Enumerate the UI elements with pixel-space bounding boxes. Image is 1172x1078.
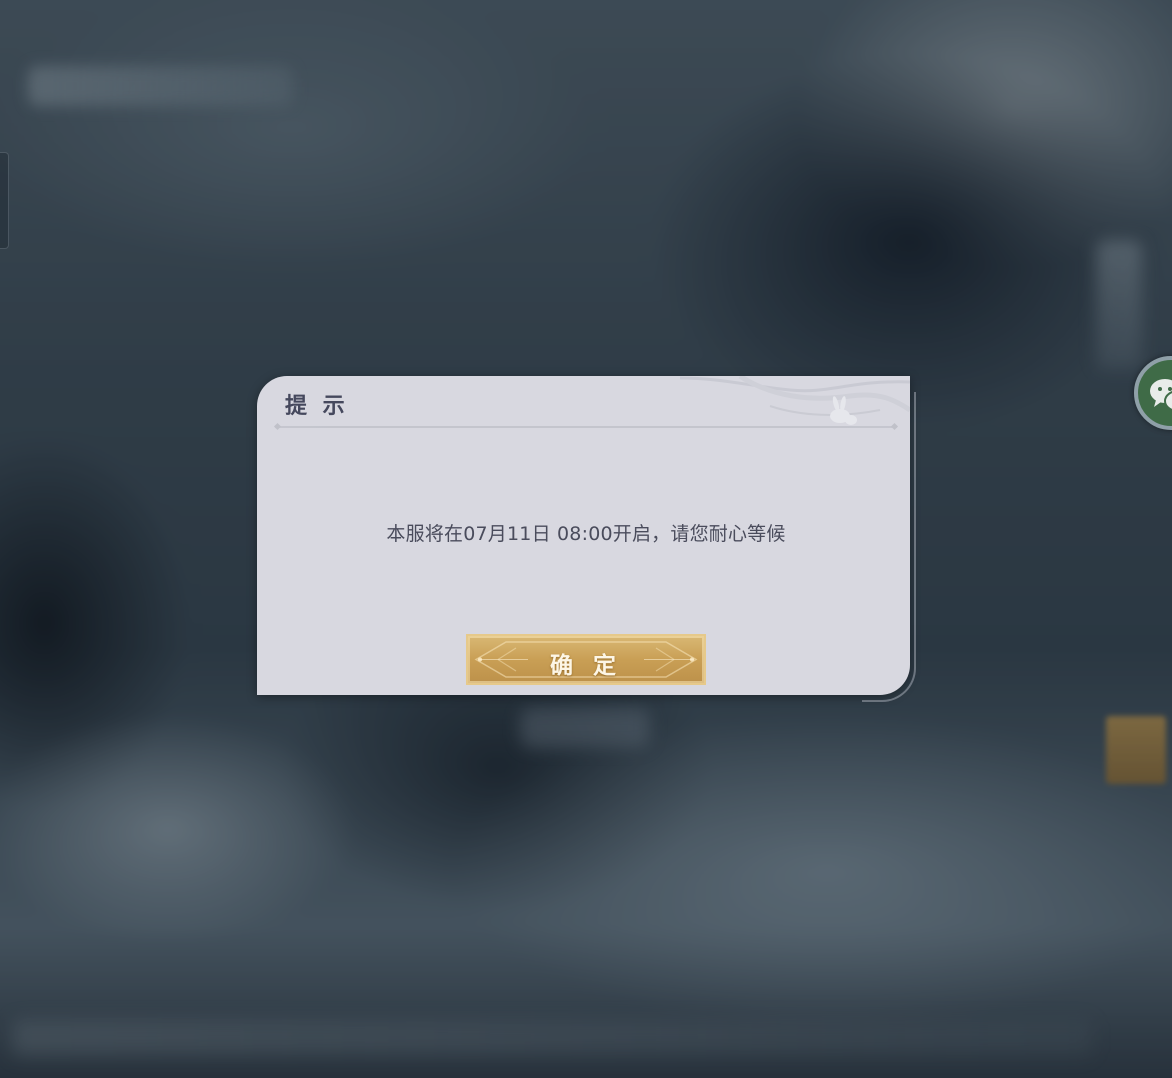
- confirm-button-label: 确 定: [549, 652, 622, 679]
- wechat-icon: [1150, 379, 1172, 411]
- confirm-button[interactable]: 确 定: [466, 634, 706, 685]
- notice-dialog: 提 示 本服将在07月11日 08:00开启，请您耐心等候 确 定: [257, 376, 910, 695]
- dialog-title: 提 示: [285, 393, 349, 419]
- rabbit-cloud-ornament-icon: [680, 376, 910, 425]
- game-screen: 提 示 本服将在07月11日 08:00开启，请您耐心等候 确 定: [0, 0, 1172, 1078]
- dialog-message: 本服将在07月11日 08:00开启，请您耐心等候: [386, 523, 786, 545]
- title-divider: [275, 426, 897, 428]
